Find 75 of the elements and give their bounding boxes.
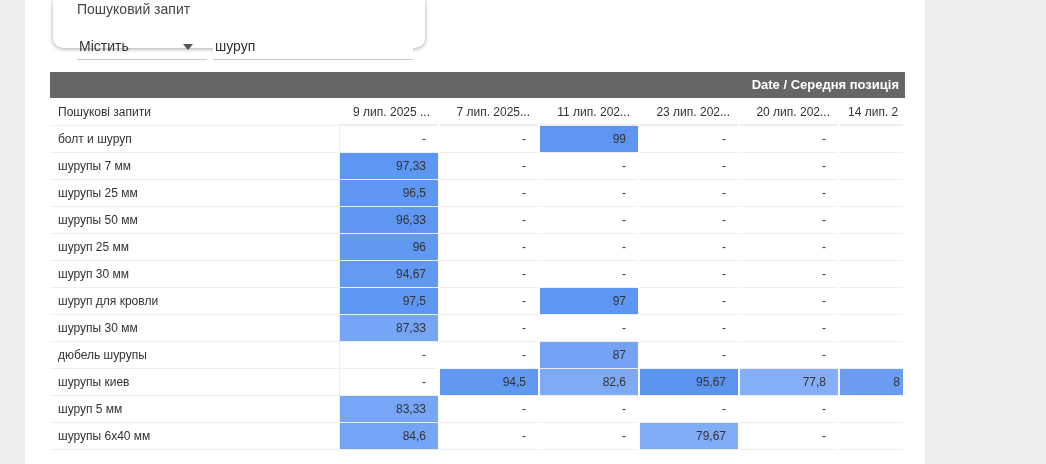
table-cell: 99 xyxy=(540,126,638,153)
table-cell: - xyxy=(540,234,638,261)
table-cell: - xyxy=(640,234,738,261)
table-cell: - xyxy=(740,153,838,180)
query-cell: шурупы 7 мм xyxy=(50,153,340,180)
query-cell: болт и шуруп xyxy=(50,126,340,153)
table-cell: 97,33 xyxy=(340,153,438,180)
table-cell: - xyxy=(640,261,738,288)
column-header[interactable]: 14 лип. 2 xyxy=(840,98,903,126)
table-cell: 79,67 xyxy=(640,423,738,450)
table-cell: - xyxy=(640,207,738,234)
table-cell: 96 xyxy=(340,234,438,261)
table-cell: 84,6 xyxy=(340,423,438,450)
table-cell: 87 xyxy=(540,342,638,369)
table-cell: - xyxy=(540,396,638,423)
query-cell: шуруп 30 мм xyxy=(50,261,340,288)
column-header[interactable]: 23 лип. 202... xyxy=(640,98,738,126)
table-cell: - xyxy=(440,180,538,207)
table-cell: - xyxy=(440,234,538,261)
table-cell: - xyxy=(740,396,838,423)
query-cell: шурупы 30 мм xyxy=(50,315,340,342)
query-cell: шуруп 25 мм xyxy=(50,234,340,261)
table-cell: - xyxy=(440,126,538,153)
table-cell: - xyxy=(640,153,738,180)
table-cell: - xyxy=(440,261,538,288)
table-cell: 97,5 xyxy=(340,288,438,315)
query-cell: шурупы 6х40 мм xyxy=(50,423,340,450)
table-cell: - xyxy=(440,423,538,450)
table-cell: - xyxy=(540,423,638,450)
query-cell: шуруп для кровли xyxy=(50,288,340,315)
group-header: Date / Середня позиція xyxy=(50,72,905,98)
table-cell: 8 xyxy=(840,369,903,396)
table-cell: - xyxy=(540,207,638,234)
table-cell: - xyxy=(640,180,738,207)
table-cell: - xyxy=(440,153,538,180)
query-cell: шурупы 25 мм xyxy=(50,180,340,207)
table-cell: - xyxy=(740,261,838,288)
table-cell: - xyxy=(440,207,538,234)
table-cell: - xyxy=(440,288,538,315)
table-cell: - xyxy=(340,342,438,369)
column-header[interactable]: Пошукові запити xyxy=(50,98,340,126)
table-cell: 94,67 xyxy=(340,261,438,288)
column-header[interactable]: 7 лип. 2025... xyxy=(440,98,538,126)
table-cell: 97 xyxy=(540,288,638,315)
table-cell: - xyxy=(740,180,838,207)
table-cell: 83,33 xyxy=(340,396,438,423)
table-cell: - xyxy=(440,315,538,342)
table-cell: - xyxy=(640,126,738,153)
table-cell: 77,8 xyxy=(740,369,838,396)
table-cell: 82,6 xyxy=(540,369,638,396)
table-cell: 87,33 xyxy=(340,315,438,342)
table-cell: 95,67 xyxy=(640,369,738,396)
query-cell: шурупы 50 мм xyxy=(50,207,340,234)
table-cell: 96,5 xyxy=(340,180,438,207)
table-cell: - xyxy=(740,126,838,153)
column-header[interactable]: 20 лип. 202... xyxy=(740,98,838,126)
table-cell: - xyxy=(740,288,838,315)
query-cell: шуруп 5 мм xyxy=(50,396,340,423)
query-cell: шурупы киев xyxy=(50,369,340,396)
query-cell: дюбель шурупы xyxy=(50,342,340,369)
filter-label: Пошуковий запит xyxy=(77,2,191,16)
table-cell: - xyxy=(740,315,838,342)
table-cell: - xyxy=(640,288,738,315)
table-cell: - xyxy=(640,315,738,342)
table-cell: - xyxy=(740,423,838,450)
table-cell: - xyxy=(540,153,638,180)
operator-dropdown[interactable]: Містить xyxy=(77,34,207,60)
table-cell: - xyxy=(540,180,638,207)
column-header[interactable]: 9 лип. 2025 ... xyxy=(340,98,438,126)
caret-icon xyxy=(183,43,193,50)
table-cell: - xyxy=(740,234,838,261)
table-cell: - xyxy=(440,396,538,423)
table-cell: - xyxy=(740,207,838,234)
table-cell: 96,33 xyxy=(340,207,438,234)
table-cell: 94,5 xyxy=(440,369,538,396)
